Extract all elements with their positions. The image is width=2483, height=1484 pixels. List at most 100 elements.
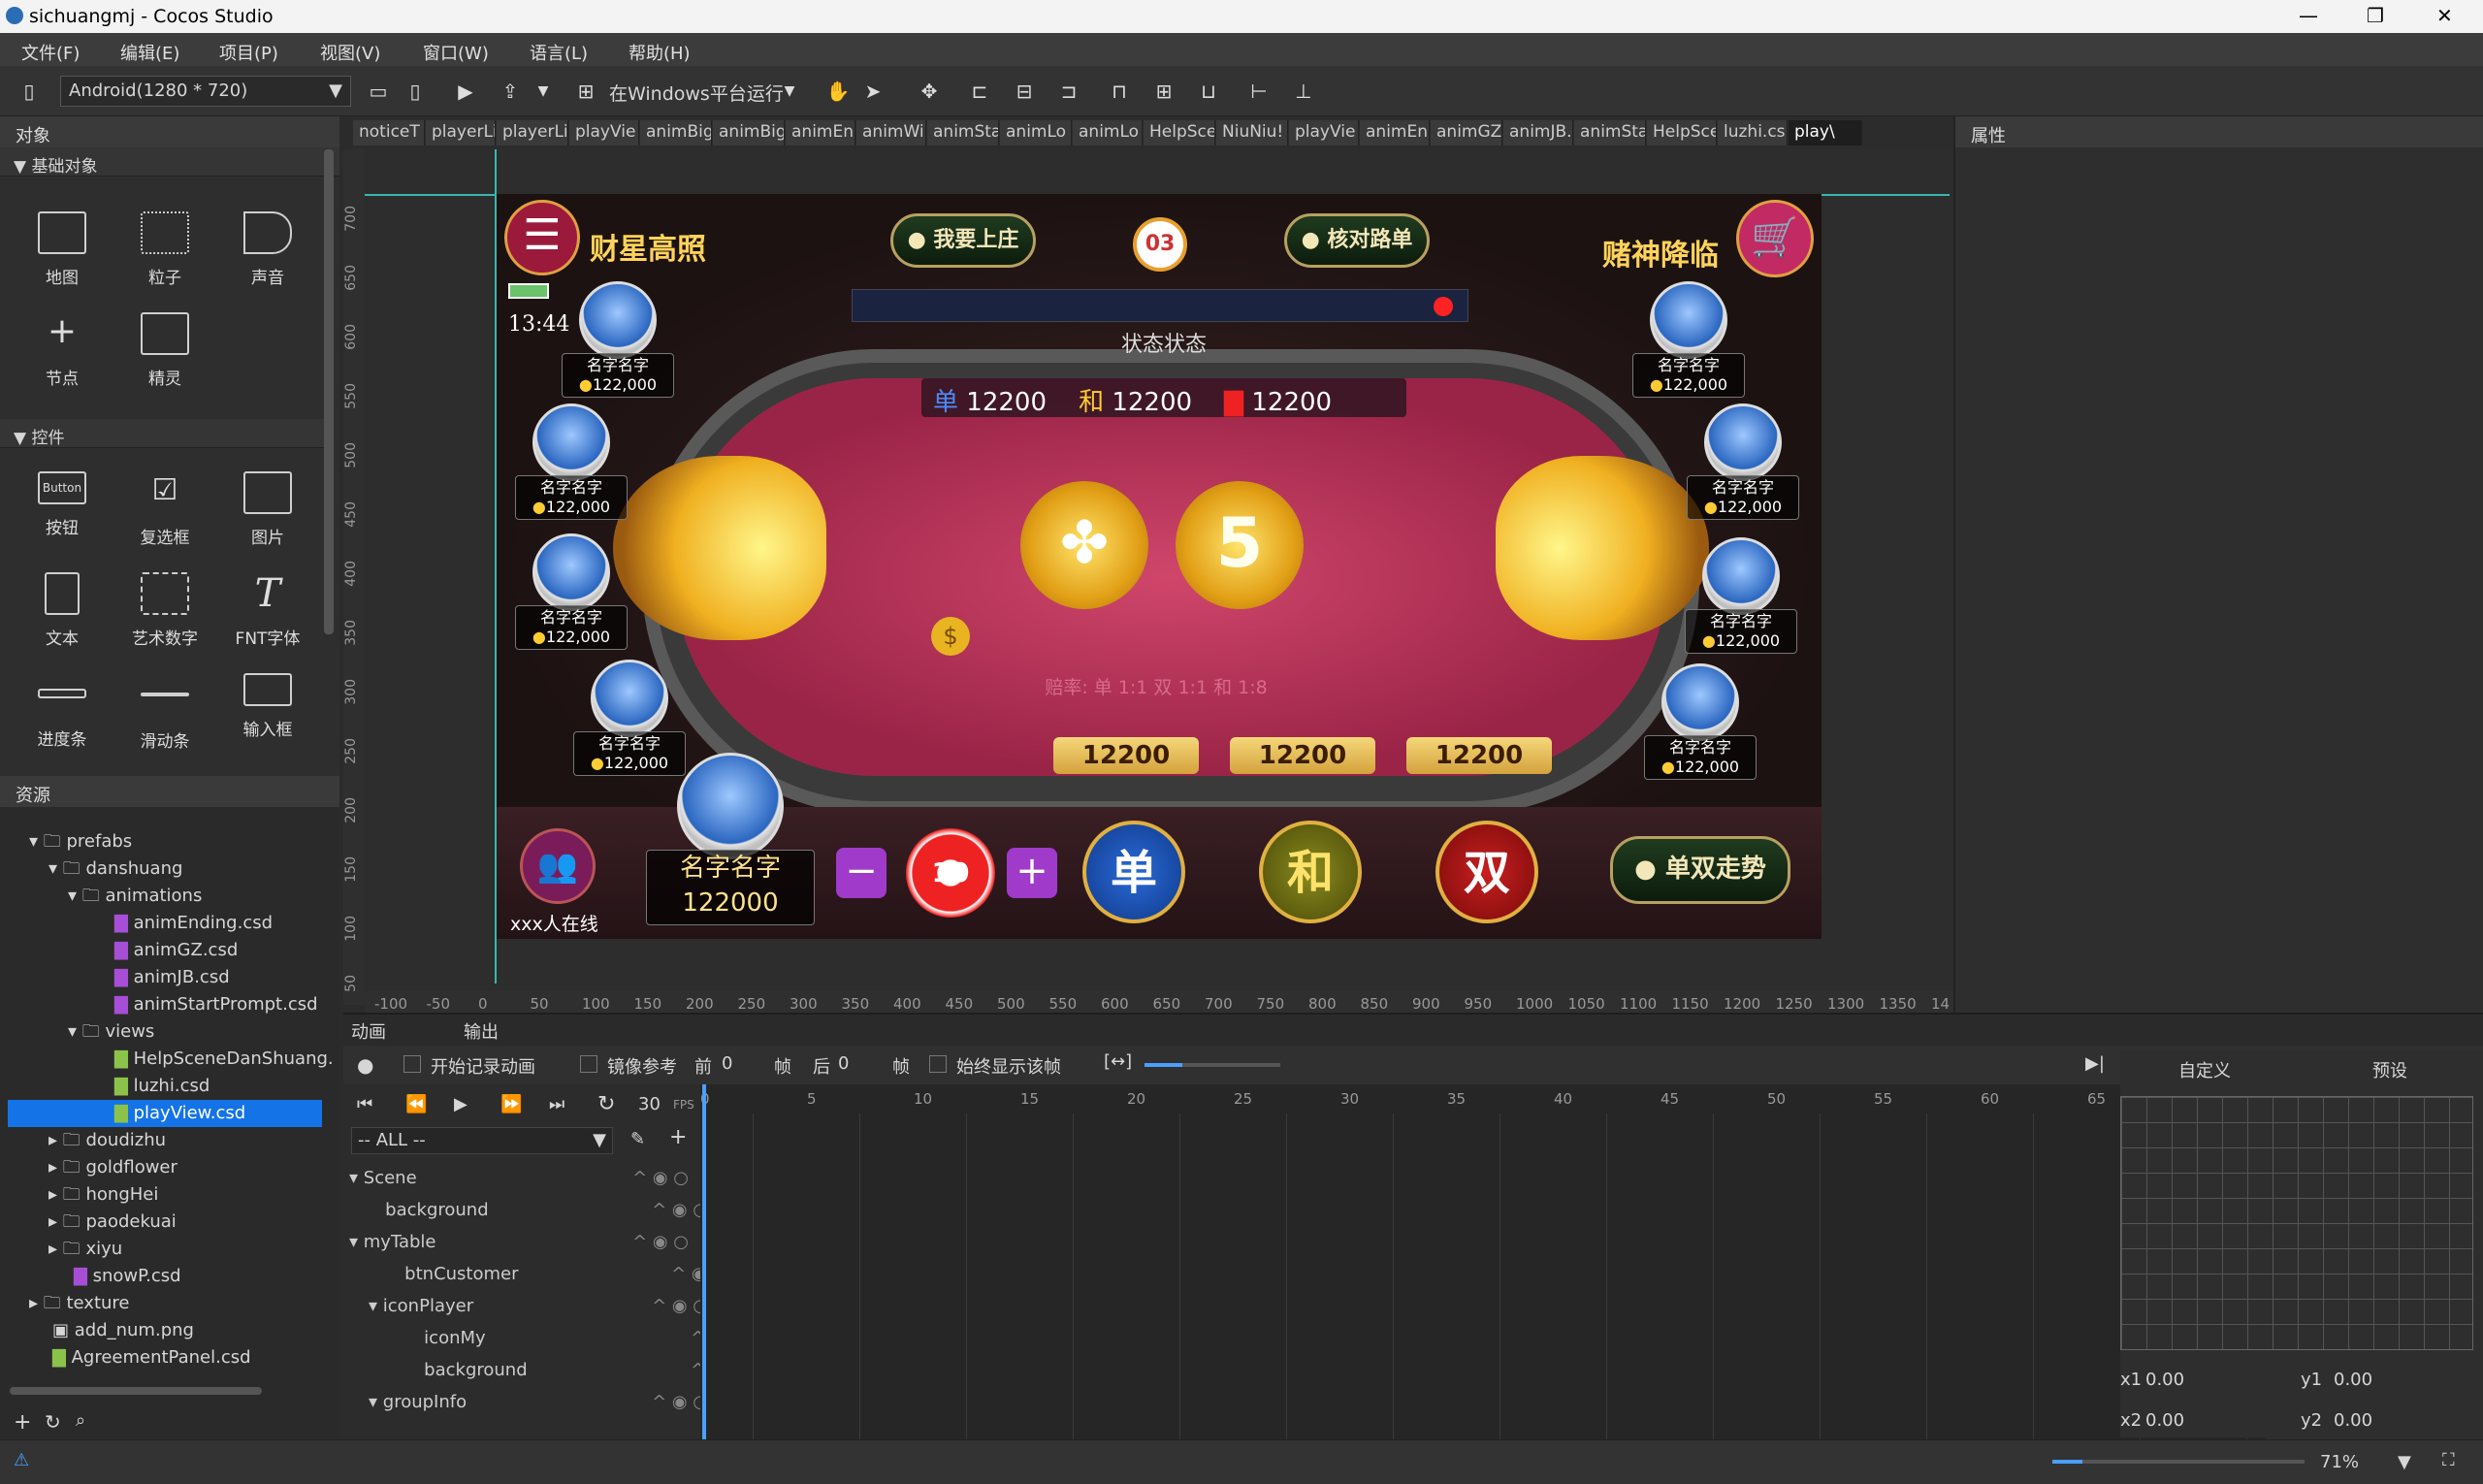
plus-button[interactable]: + [1007,848,1057,898]
tree-folder[interactable]: ▸ 🗀 doudizhu [48,1127,166,1154]
shop-cart-icon[interactable]: 🛒 [1736,200,1814,277]
playhead[interactable] [702,1084,706,1439]
x2-input[interactable]: 0.00 [2145,1410,2184,1431]
run-target-select[interactable]: 在Windows平台运行 [609,80,784,106]
tree-file[interactable]: ▇ AgreementPanel.csd [52,1344,251,1371]
document-tab[interactable]: animWi [856,120,926,145]
add-icon[interactable]: + [669,1125,687,1149]
document-tab[interactable]: animBig [640,120,712,145]
tree-folder[interactable]: ▸ 🗀 xiyu [48,1236,122,1263]
become-banker-button[interactable]: ● 我要上庄 [890,213,1036,268]
distribute-h-icon[interactable]: ⊢ [1245,78,1273,105]
resolution-select[interactable]: Android(1280 * 720) ▼ [60,76,351,107]
tree-file[interactable]: ▇ snowP.csd [74,1263,181,1290]
widget-artnumber[interactable]: 艺术数字 [114,561,215,661]
menu-file[interactable]: 文件(F) [21,40,80,65]
align-center-icon[interactable]: ⊟ [1011,78,1038,105]
player-seat[interactable]: 名字名字 ●122,000 [1637,663,1763,780]
widget-sound[interactable]: 声音 [217,200,318,301]
widget-particle[interactable]: 粒子 [114,200,215,301]
tree-file[interactable]: ▇ luzhi.csd [114,1073,210,1100]
document-tab[interactable]: NiuNiu! [1216,120,1288,145]
widget-button[interactable]: Button 按钮 [12,460,113,561]
portrait-icon[interactable]: ▯ [402,78,429,105]
menu-language[interactable]: 语言(L) [530,40,588,65]
search-icon[interactable]: ⌕ [76,1410,85,1431]
prev-frame-icon[interactable]: ⏪ [405,1094,427,1114]
tree-file[interactable]: ▇ animGZ.csd [114,937,238,964]
bet-area-he[interactable]: 12200 [1230,737,1375,774]
move-icon[interactable]: ✥ [916,78,943,105]
visibility-eye-icon[interactable]: ^ ◉ ○ [632,1164,689,1193]
document-tab[interactable]: playerLi [497,120,568,145]
check-road-button[interactable]: ● 核对路单 [1284,213,1430,268]
select-tool-icon[interactable]: ➤ [859,78,887,105]
maximize-button[interactable]: ❐ [2367,4,2384,27]
document-tab[interactable]: noticeT [353,120,425,145]
document-tab[interactable]: playerLi [426,120,496,145]
run-target-dropdown-icon[interactable]: ▼ [776,78,803,105]
fit-screen-icon[interactable]: ⛶ [2442,1450,2455,1470]
controls-section[interactable]: ▼ 控件 [0,419,326,448]
menu-help[interactable]: 帮助(H) [629,40,691,65]
tree-folder[interactable]: ▸ 🗀 paodekuai [48,1209,177,1236]
align-left-icon[interactable]: ⊏ [966,78,993,105]
tree-views[interactable]: ▾ 🗀 views [68,1018,154,1046]
fit-icon[interactable]: [↔] [1104,1051,1132,1072]
trend-button[interactable]: ● 单双走势 [1610,836,1790,904]
next-frame-icon[interactable]: ⏩ [500,1094,522,1114]
filter-select[interactable]: -- ALL -- ▼ [351,1127,613,1154]
first-frame-icon[interactable]: ⏮ [357,1094,372,1114]
resources-h-scrollbar[interactable] [10,1387,262,1395]
edit-icon[interactable]: ✎ [630,1129,645,1149]
widget-progressbar[interactable]: 进度条 [12,661,113,762]
bet-shuang-button[interactable]: 双 [1435,821,1538,923]
player-seat[interactable]: 名字名字 ●122,000 [1680,403,1806,520]
before-input[interactable]: 0 [722,1053,732,1074]
document-tab[interactable]: animEn [1360,120,1430,145]
bet-area-shuang[interactable]: 12200 [1406,737,1552,774]
menu-edit[interactable]: 编辑(E) [120,40,179,65]
document-tab[interactable]: play\ [1789,120,1862,145]
x1-input[interactable]: 0.00 [2145,1370,2184,1390]
record-dot-icon[interactable]: ● [357,1053,373,1077]
mirror-checkbox[interactable] [580,1055,597,1073]
my-avatar[interactable] [677,753,784,859]
widget-map[interactable]: 地图 [12,200,113,301]
play-icon[interactable]: ▶ [454,1094,468,1114]
tree-file[interactable]: ▇ animStartPrompt.csd [114,991,318,1018]
player-seat[interactable]: 名字名字 ●122,000 [1678,537,1804,654]
widget-fnt[interactable]: T FNT字体 [217,561,318,661]
last-frame-icon[interactable]: ⏭ [549,1094,564,1114]
document-tab[interactable]: animSta [927,120,999,145]
tree-folder[interactable]: ▸ 🗀 goldflower [48,1154,177,1181]
play-end-icon[interactable]: ▶| [2085,1053,2105,1074]
fps-input[interactable]: 30 [638,1094,661,1114]
timeline-node[interactable]: ▾ iconPlayer ^ ◉ ○ [369,1292,708,1321]
document-tab[interactable]: HelpSce [1647,120,1717,145]
add-icon[interactable]: + [14,1410,31,1435]
widget-image[interactable]: 图片 [217,460,318,561]
timeline-node[interactable]: ▾ Scene ^ ◉ ○ [349,1164,689,1193]
play-icon[interactable]: ▶ [452,78,479,105]
menu-window[interactable]: 窗口(W) [423,40,489,65]
menu-list-icon[interactable]: ☰ [504,200,580,275]
bet-he-button[interactable]: 和 [1259,821,1362,923]
close-button[interactable]: ✕ [2436,4,2453,27]
bet-dan-button[interactable]: 单 [1082,821,1185,923]
tree-folder[interactable]: ▸ 🗀 hongHei [48,1181,158,1209]
tree-texture[interactable]: ▸ 🗀 texture [29,1290,130,1317]
tree-prefabs[interactable]: ▾ 🗀 prefabs [29,828,132,855]
custom-tab[interactable]: 自定义 [2178,1057,2231,1082]
zoom-dropdown-icon[interactable]: ▼ [2398,1452,2411,1472]
document-tab[interactable]: animBig [713,120,785,145]
document-tab[interactable]: animGZ [1431,120,1502,145]
document-tab[interactable]: HelpSce [1144,120,1215,145]
curve-grid[interactable] [2120,1096,2473,1350]
landscape-icon[interactable]: ▭ [365,78,392,105]
timeline-node[interactable]: btnCustomer^ ◉ ○ [388,1260,727,1289]
always-checkbox[interactable] [929,1055,947,1073]
widget-input[interactable]: 输入框 [217,661,318,762]
phone-icon[interactable]: ▯ [16,78,43,105]
warning-icon[interactable]: ⚠ [14,1450,29,1470]
